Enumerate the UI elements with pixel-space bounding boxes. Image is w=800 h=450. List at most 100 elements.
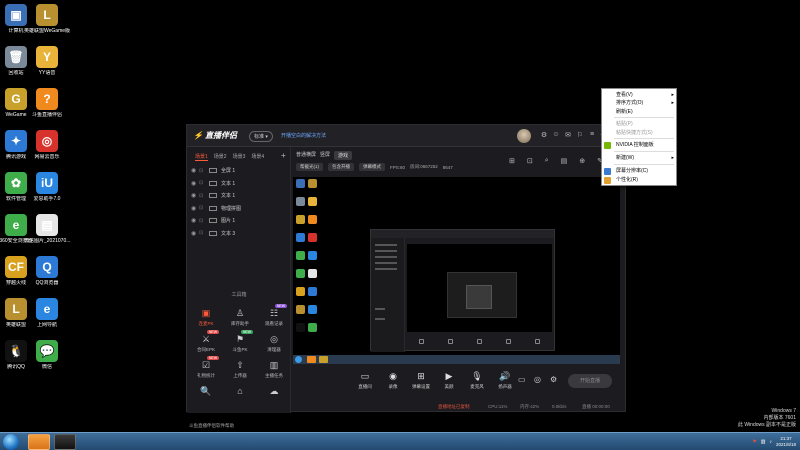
titlebar-button[interactable]: ✉ xyxy=(563,131,573,139)
titlebar-button[interactable]: ≡ xyxy=(587,131,597,138)
app-icon: 💬 xyxy=(36,340,58,362)
preview-tool-icon[interactable]: ▤ xyxy=(561,157,568,165)
toolbox-item[interactable]: ◎ 清理器 xyxy=(257,333,291,353)
toolbox-item[interactable]: ▥ 主播任务 xyxy=(257,359,291,379)
mode-tab[interactable]: 游戏 xyxy=(334,151,353,160)
bottom-extra-icon[interactable]: ▭ xyxy=(518,375,526,384)
start-live-button[interactable]: 开始直播 xyxy=(568,374,612,388)
context-menu-item[interactable]: 刷新(E) xyxy=(616,108,674,116)
eye-icon[interactable]: ◉ xyxy=(191,192,199,199)
desktop-icon[interactable]: ▤ 微信图片_2021070... xyxy=(24,214,70,244)
source-row[interactable]: ◉ ⊡ 文本 3 xyxy=(191,228,287,239)
scene-tab[interactable]: 场景1 xyxy=(195,153,208,161)
context-menu-item[interactable]: 排序方式(O) ▸ xyxy=(616,99,674,107)
eye-icon[interactable]: ◉ xyxy=(191,230,199,237)
desktop-icon[interactable]: Q QQ浏览器 xyxy=(24,256,70,286)
context-menu-item[interactable]: 查看(V) ▸ xyxy=(616,91,674,99)
lock-icon[interactable]: ⊡ xyxy=(199,180,209,186)
taskbar-app-wegame[interactable] xyxy=(54,434,76,450)
toolbox-item[interactable]: ⇧ 上传器 xyxy=(223,359,257,379)
tray-volume-icon[interactable]: ♪ xyxy=(769,439,772,445)
source-row[interactable]: ◉ ⊡ 全屏 1 xyxy=(191,165,287,176)
taskbar-app-douyu[interactable] xyxy=(28,434,50,450)
titlebar-button[interactable]: ⚙ xyxy=(539,131,549,139)
desktop-icon[interactable]: 💬 微信 xyxy=(24,340,70,370)
desktop-icon[interactable]: ◎ 网易云音乐 xyxy=(24,130,70,160)
mode-tab[interactable]: 竖屏 xyxy=(320,151,330,160)
version-dropdown[interactable]: 标准 ▾ xyxy=(249,131,273,142)
toolbox-item[interactable]: ▣ 连麦PK xyxy=(189,307,223,327)
bottom-tool[interactable]: 🎙 麦克风 xyxy=(462,370,492,390)
preview-canvas[interactable] xyxy=(293,177,620,364)
clock[interactable]: 21:37 2021/8/18 xyxy=(776,436,796,448)
titlebar-button[interactable]: ☺ xyxy=(551,131,561,138)
mode-tab[interactable]: 普通横屏 xyxy=(296,151,316,160)
help-link[interactable]: 斗鱼直播伴侣软件帮助 xyxy=(189,423,234,429)
toolbox-item[interactable]: 🔍 xyxy=(189,385,223,399)
lock-icon[interactable]: ⊡ xyxy=(199,218,209,224)
bottom-tool[interactable]: ◉ 录像 xyxy=(378,370,408,390)
toolbox-item[interactable]: ☑ 礼物统计 NEW xyxy=(189,356,223,379)
start-button[interactable] xyxy=(3,434,19,450)
toolbox-item[interactable]: ⌂ xyxy=(223,385,257,399)
source-row[interactable]: ◉ ⊡ 文本 1 xyxy=(191,190,287,201)
avatar[interactable] xyxy=(517,129,531,143)
tool-label: 主播任务 xyxy=(265,373,283,378)
notice-link[interactable]: 开播空白的解决方法 xyxy=(281,132,326,139)
source-row[interactable]: ◉ ⊡ 文本 1 xyxy=(191,178,287,189)
desktop-icon[interactable]: L 英雄联盟WeGame版 xyxy=(24,4,70,34)
desktop-icon[interactable]: iU 爱思助手7.0 xyxy=(24,172,70,202)
preview-tool-icon[interactable]: ⊕ xyxy=(579,157,585,165)
context-menu-item[interactable]: 新建(W) ▸ xyxy=(616,154,674,162)
bottom-tool[interactable]: 🔊 扬声器 xyxy=(490,370,520,390)
scene-tab[interactable]: 场景4 xyxy=(251,153,264,161)
source-row[interactable]: ◉ ⊡ 物理拼图 xyxy=(191,203,287,214)
danmu-mode-button[interactable]: 弹幕模式 xyxy=(359,163,385,171)
eye-icon[interactable]: ◉ xyxy=(191,167,199,174)
bottom-tool[interactable]: ⊞ 弹幕设置 xyxy=(406,370,436,390)
bottom-extra-icon[interactable]: ⚙ xyxy=(550,375,557,384)
desktop-icon[interactable]: Y YY语音 xyxy=(24,46,70,76)
context-menu-item[interactable]: NVIDIA 控制面板 xyxy=(616,141,674,149)
capture-button[interactable]: 帮截光(1) xyxy=(296,163,323,171)
context-menu-icon xyxy=(604,142,611,149)
nested-tool-icon xyxy=(506,338,511,344)
preview-desktop-icon xyxy=(308,269,317,278)
toolbox-item[interactable]: ☷ 观看记录 NEW xyxy=(257,304,291,327)
bottom-tool[interactable]: ▶ 美颜 xyxy=(434,370,464,390)
bottom-tool-label: 麦克风 xyxy=(470,384,484,389)
lock-icon[interactable]: ⊡ xyxy=(199,230,209,236)
lock-icon[interactable]: ⊡ xyxy=(199,168,209,174)
tray-network-icon[interactable]: ▥ xyxy=(761,439,766,445)
preview-tool-icon[interactable]: ⌕ xyxy=(545,157,549,165)
preview-tool-icon[interactable]: ⊞ xyxy=(509,157,515,165)
context-menu-item[interactable]: 个性化(R) xyxy=(616,176,674,184)
eye-icon[interactable]: ◉ xyxy=(191,217,199,224)
desktop-icon[interactable]: e 上网导航 xyxy=(24,298,70,328)
tray-flag-icon[interactable]: ⚑ xyxy=(752,439,756,445)
desktop-icon[interactable]: ? 斗鱼直播伴侣 xyxy=(24,88,70,118)
source-row[interactable]: ◉ ⊡ 图片 1 xyxy=(191,215,287,226)
lock-icon[interactable]: ⊡ xyxy=(199,205,209,211)
toolbox-item[interactable]: ☁ xyxy=(257,385,291,399)
titlebar-button[interactable]: ⚐ xyxy=(575,131,585,139)
context-menu-item[interactable]: 屏幕分辨率(C) xyxy=(616,167,674,175)
preview-tool-icon[interactable]: ⊡ xyxy=(527,157,533,165)
toolbox-item[interactable]: ⚔ 合同EPK NEW xyxy=(189,330,223,353)
lock-icon[interactable]: ⊡ xyxy=(199,193,209,199)
scene-tab[interactable]: 场景3 xyxy=(233,153,246,161)
scene-tab[interactable]: 场景2 xyxy=(214,153,227,161)
source-name: 全屏 1 xyxy=(221,168,236,174)
add-scene-button[interactable]: + xyxy=(281,151,286,160)
bottom-extra-icon[interactable]: ◎ xyxy=(534,375,541,384)
desktop-icon-label: 英雄联盟WeGame版 xyxy=(24,28,70,34)
eye-icon[interactable]: ◉ xyxy=(191,205,199,212)
preview-subrow: 帮截光(1) 包含开播 弹幕模式 FPS:60 房间:0667252 8647 xyxy=(296,163,453,171)
bottom-tool[interactable]: ▭ 直播间 xyxy=(350,370,380,390)
preview-desktop-icon xyxy=(308,251,317,260)
eye-icon[interactable]: ◉ xyxy=(191,180,199,187)
toolbox-item[interactable]: ♙ 库存助手 xyxy=(223,307,257,327)
source-name: 文本 1 xyxy=(221,180,236,187)
toolbox-item[interactable]: ⚑ 斗鱼PK NEW xyxy=(223,330,257,353)
include-button[interactable]: 包含开播 xyxy=(328,163,354,171)
